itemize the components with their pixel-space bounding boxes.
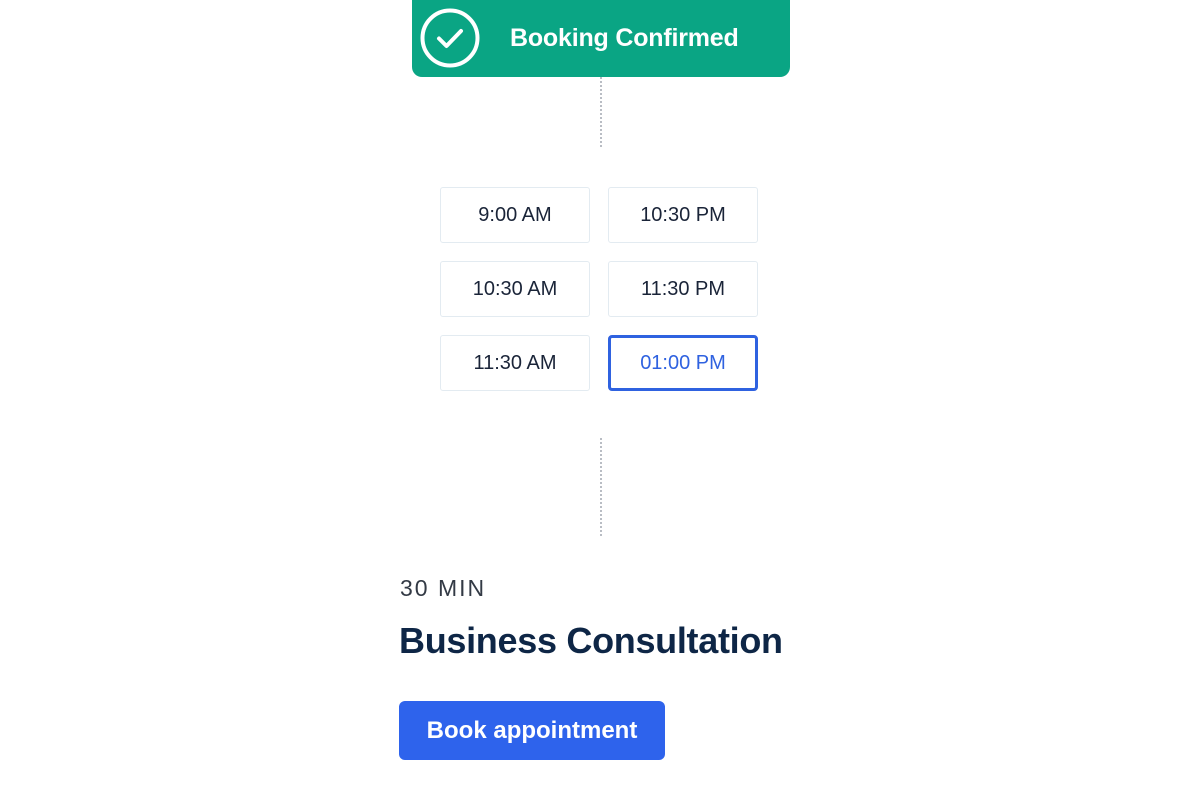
booking-widget: Booking Confirmed 9:00 AM 10:30 PM 10:30… — [0, 0, 1200, 800]
time-slot[interactable]: 11:30 AM — [440, 335, 590, 391]
time-slot-selected[interactable]: 01:00 PM — [608, 335, 758, 391]
time-slot[interactable]: 10:30 PM — [608, 187, 758, 243]
time-slot[interactable]: 10:30 AM — [440, 261, 590, 317]
dotted-connector-top — [600, 77, 602, 147]
check-circle-icon — [420, 8, 480, 68]
service-title: Business Consultation — [399, 620, 783, 661]
time-slot[interactable]: 9:00 AM — [440, 187, 590, 243]
duration-label: 30 MIN — [400, 575, 487, 601]
banner-text: Booking Confirmed — [510, 24, 739, 52]
time-slot[interactable]: 11:30 PM — [608, 261, 758, 317]
book-appointment-button[interactable]: Book appointment — [399, 701, 665, 760]
booking-confirmed-banner: Booking Confirmed — [412, 0, 790, 77]
dotted-connector-bottom — [600, 438, 602, 536]
